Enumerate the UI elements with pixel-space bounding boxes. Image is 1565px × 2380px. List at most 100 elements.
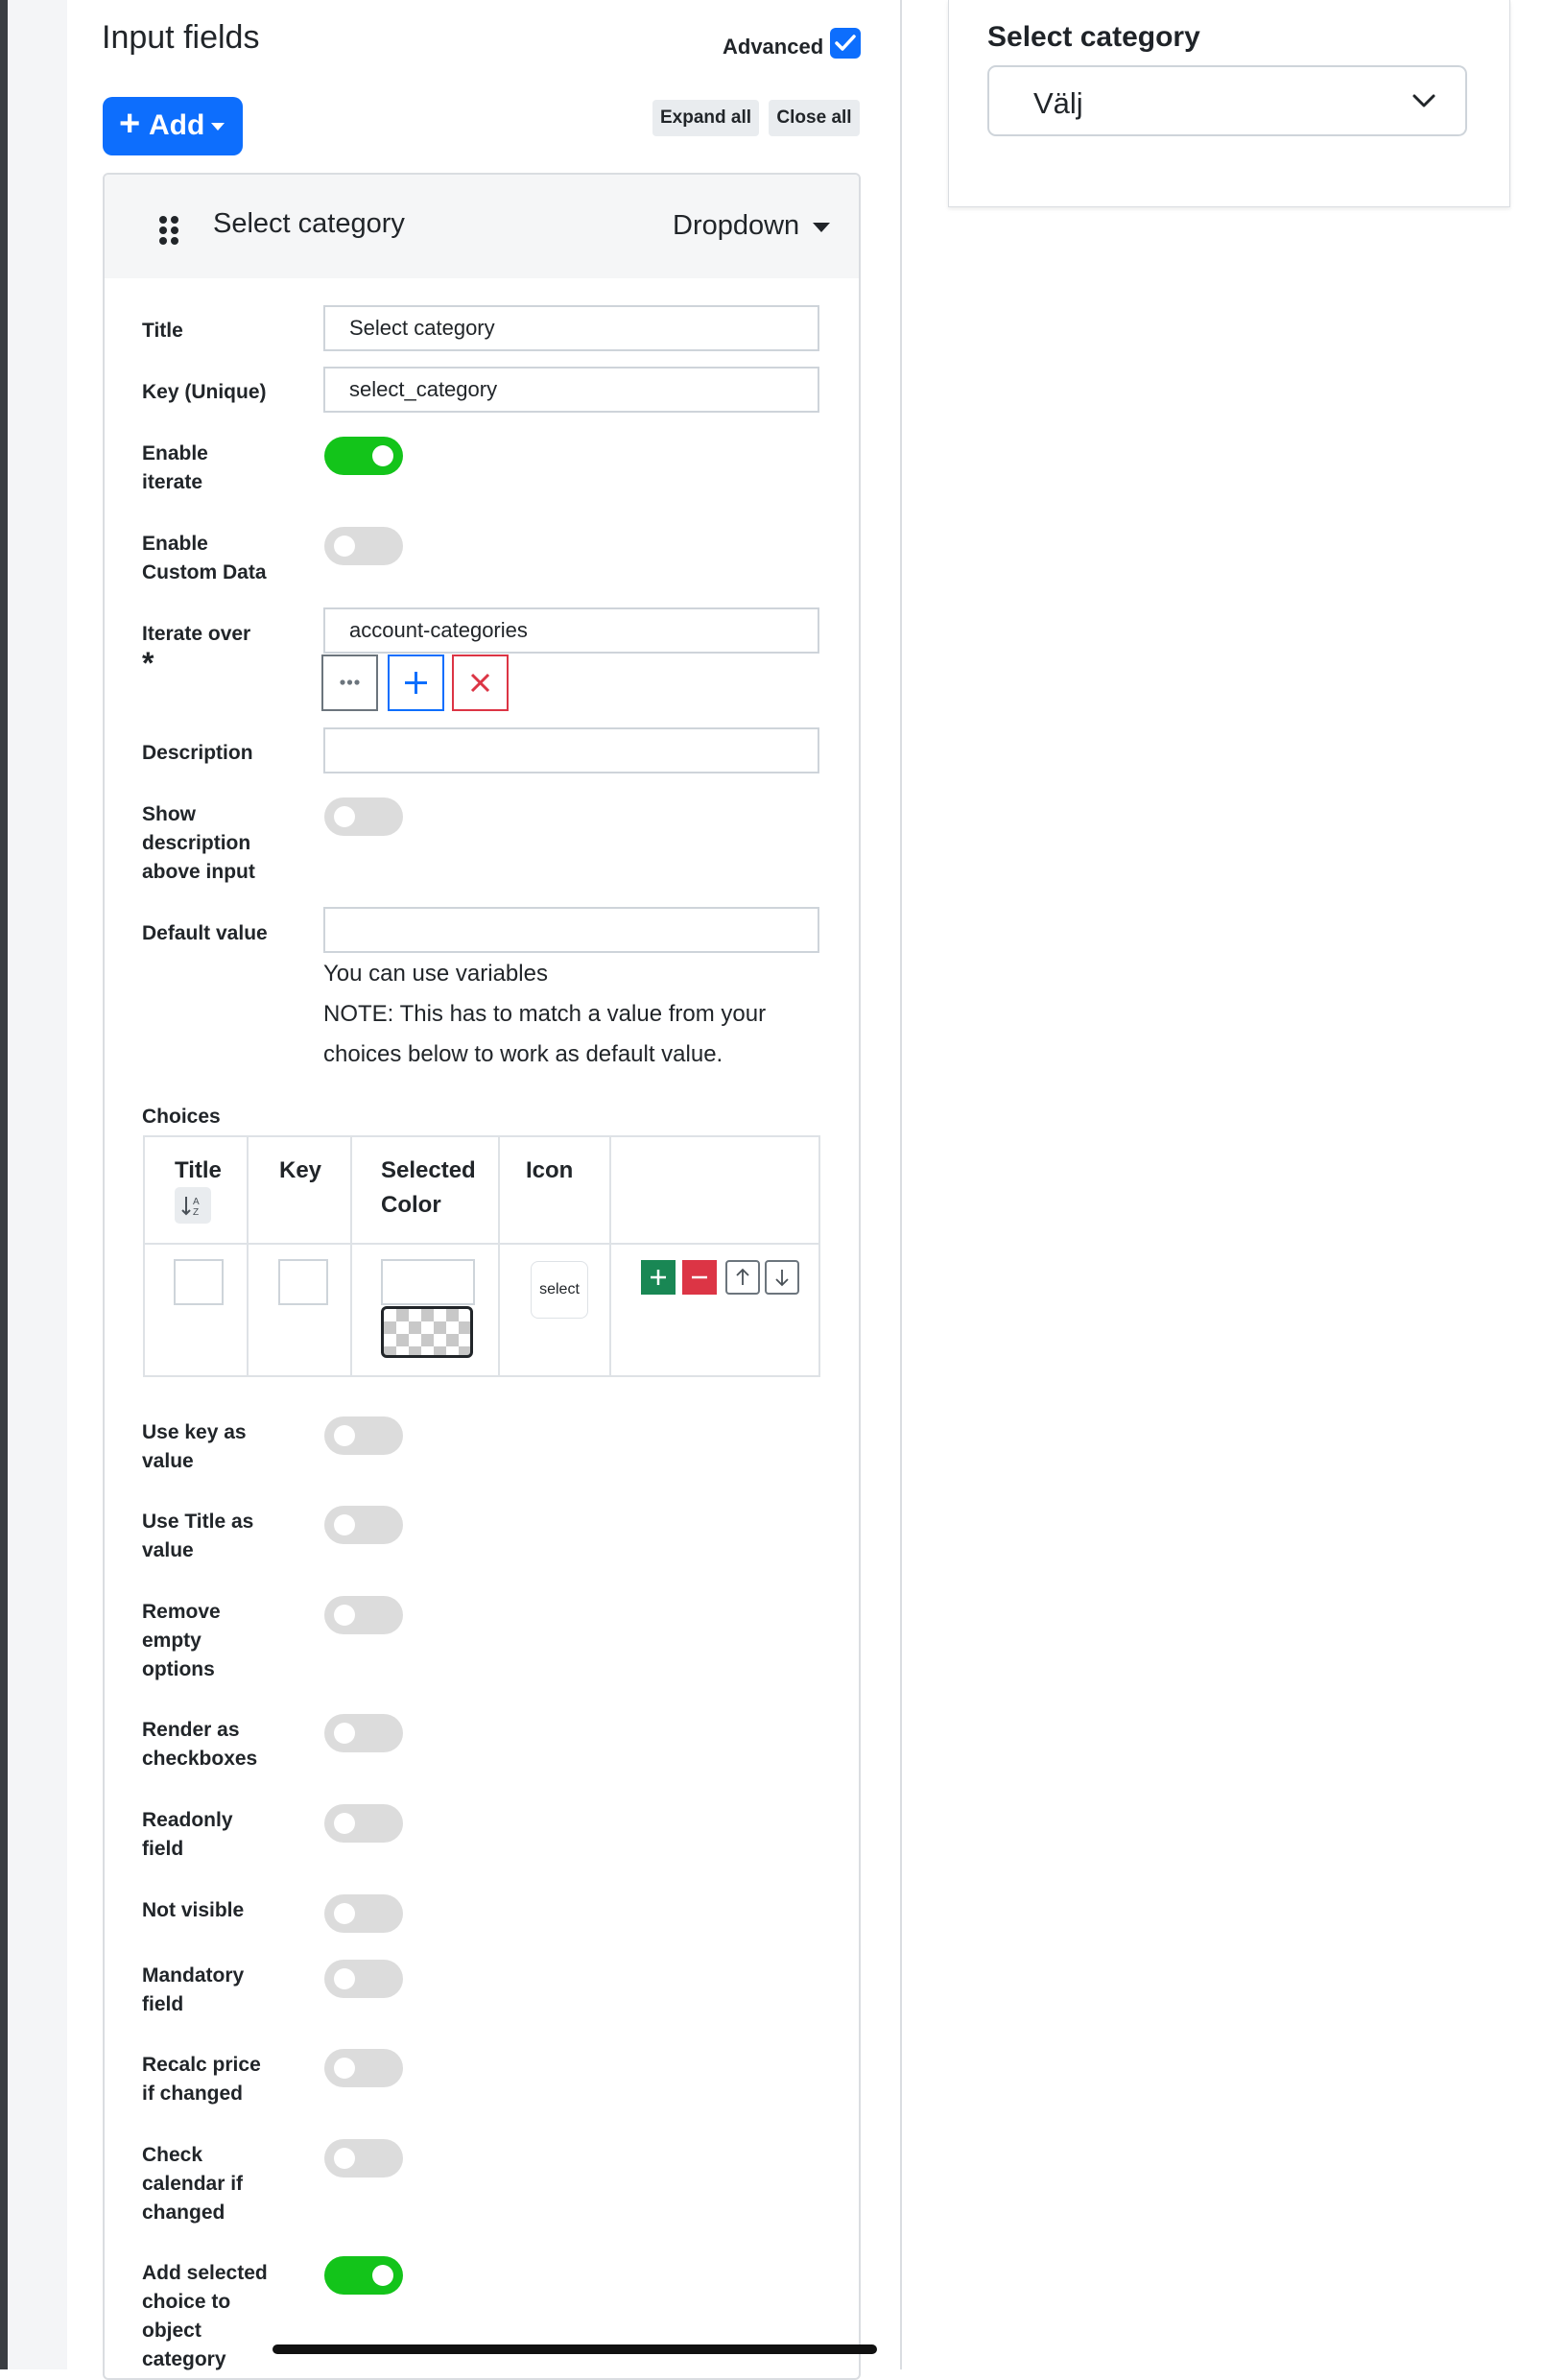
label-line: Render as [142,1719,240,1741]
render-as-checkboxes-toggle[interactable] [324,1714,403,1752]
choices-table: Title A Z Key Selected Color Icon select [143,1135,820,1377]
row-divider [145,1243,818,1245]
column-divider [350,1137,352,1375]
use-key-as-value-label: Use key as value [142,1418,247,1476]
left-gutter [8,0,67,2369]
required-asterisk: * [142,646,154,680]
preview-field-label: Select category [987,21,1200,53]
choice-color-input[interactable] [381,1259,475,1305]
show-description-label: Show description above input [142,800,255,887]
show-description-toggle[interactable] [324,797,403,836]
advanced-label: Advanced [723,35,824,59]
add-selected-choice-toggle[interactable] [324,2256,403,2295]
recalc-price-toggle[interactable] [324,2049,403,2087]
clear-variable-button[interactable] [452,654,509,711]
enable-custom-data-toggle[interactable] [324,527,403,565]
more-options-button[interactable] [321,654,378,711]
key-input[interactable]: select_category [323,367,819,413]
not-visible-toggle[interactable] [324,1894,403,1933]
minus-icon [692,1275,707,1279]
label-line: Show [142,803,196,825]
remove-empty-options-toggle[interactable] [324,1596,403,1634]
arrow-down-icon [775,1270,789,1287]
default-value-input[interactable] [323,907,819,953]
iterate-over-label: Iterate over * [142,620,250,678]
title-input[interactable]: Select category [323,305,819,351]
caret-down-icon[interactable] [813,223,830,232]
iterate-over-input[interactable]: account-categories [323,607,819,654]
label-line: field [142,1993,184,2015]
choice-title-input[interactable] [174,1259,224,1305]
toggle-knob [334,1723,355,1744]
toggle-knob [334,536,355,557]
toggle-knob [334,1968,355,1989]
toggle-knob [334,1425,355,1446]
check-icon [835,35,856,51]
sort-button[interactable]: A Z [175,1187,211,1224]
enable-iterate-toggle[interactable] [324,437,403,475]
label-line: options [142,1658,215,1680]
toggle-knob [334,806,355,827]
label-line: if changed [142,2082,244,2105]
title-label: Title [142,320,183,342]
add-button[interactable]: + Add [103,97,243,155]
column-divider [609,1137,611,1375]
label-line: calendar if [142,2173,244,2195]
use-key-as-value-toggle[interactable] [324,1416,403,1455]
check-calendar-label: Check calendar if changed [142,2141,243,2227]
choice-key-input[interactable] [278,1259,328,1305]
column-header-selected-color: Selected Color [381,1154,476,1223]
default-value-label: Default value [142,922,268,944]
use-title-as-value-label: Use Title as value [142,1508,253,1565]
move-up-button[interactable] [725,1260,760,1295]
color-swatch[interactable] [381,1306,473,1358]
help-text-note: NOTE: This has to match a value from you… [323,1001,767,1027]
toggle-knob [334,1605,355,1626]
add-variable-button[interactable] [388,654,444,711]
help-text-variables: You can use variables [323,961,548,987]
remove-row-button[interactable] [682,1260,717,1295]
preview-category-select[interactable]: Välj [987,65,1467,136]
drag-handle-icon[interactable] [158,216,179,245]
move-down-button[interactable] [765,1260,799,1295]
label-line: empty [142,1630,202,1652]
recalc-price-label: Recalc price if changed [142,2051,261,2108]
icon-select-button[interactable]: select [531,1261,588,1319]
close-all-button[interactable]: Close all [769,100,860,136]
expand-all-button[interactable]: Expand all [652,100,759,136]
toggle-knob [372,2265,393,2286]
check-calendar-toggle[interactable] [324,2139,403,2178]
label-line: category [142,2348,226,2370]
label-line: Enable [142,442,208,464]
mandatory-field-toggle[interactable] [324,1960,403,1998]
field-type-dropdown[interactable]: Dropdown [673,210,799,242]
label-line: checkboxes [142,1748,258,1770]
label-line: field [142,1838,184,1860]
enable-iterate-label: Enable iterate [142,440,208,497]
label-line: Iterate over [142,623,251,645]
toggle-knob [334,1813,355,1834]
not-visible-label: Not visible [142,1899,245,1921]
add-row-button[interactable] [641,1260,676,1295]
add-button-label: Add [149,109,205,141]
label-line: choice to [142,2291,231,2313]
key-label: Key (Unique) [142,381,267,403]
label-line: Enable [142,533,208,555]
label-line: changed [142,2202,225,2224]
field-title: Select category [213,208,405,239]
preview-select-value: Välj [1033,86,1083,120]
sort-alpha-icon: A Z [181,1197,200,1218]
advanced-checkbox[interactable] [830,28,861,59]
readonly-field-toggle[interactable] [324,1804,403,1843]
use-title-as-value-toggle[interactable] [324,1506,403,1544]
arrow-up-icon [736,1268,749,1285]
header-line: Color [381,1192,441,1218]
description-input[interactable] [323,727,819,774]
label-line: above input [142,861,255,883]
section-title: Input fields [102,19,260,56]
label-line: Add selected [142,2262,268,2284]
ellipsis-icon [340,679,360,685]
column-divider [247,1137,249,1375]
app-edge [0,0,8,2369]
field-card-header[interactable]: Select category Dropdown [105,175,859,278]
